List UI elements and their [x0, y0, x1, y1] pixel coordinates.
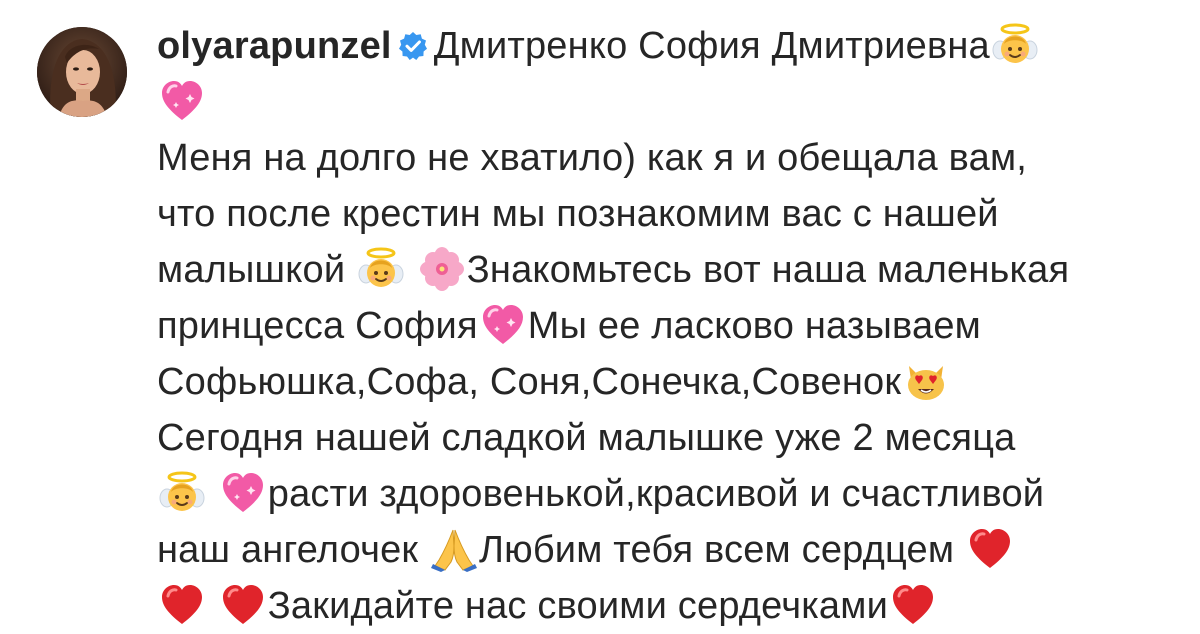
post-caption: olyarapunzel Дмитренко София Дмитриевна М… — [157, 18, 1167, 634]
caption-line: что после крестин мы познакомим вас с на… — [157, 186, 1167, 242]
username-link[interactable]: olyarapunzel — [157, 25, 392, 67]
red-heart-icon — [220, 582, 266, 628]
folded-hands-icon — [431, 526, 477, 572]
caption-text: Софьюшка,Софа, Соня,Сонечка,Совенок — [157, 361, 902, 403]
caption-text: что после крестин мы познакомим вас с на… — [157, 193, 999, 235]
angel-face-icon — [992, 22, 1038, 68]
caption-line-header: olyarapunzel Дмитренко София Дмитриевна — [157, 18, 1167, 74]
caption-line: Сегодня нашей сладкой малышке уже 2 меся… — [157, 410, 1167, 466]
caption-text: наш ангелочек — [157, 529, 429, 571]
caption-line — [157, 74, 1167, 130]
caption-text: Знакомьтесь вот наша маленькая — [466, 249, 1070, 291]
post-caption-card: olyarapunzel Дмитренко София Дмитриевна М… — [0, 0, 1200, 627]
red-heart-icon — [159, 582, 205, 628]
caption-line: принцесса София Мы ее ласково называем — [157, 298, 1167, 354]
caption-text: расти здоровенькой,красивой и счастливой — [267, 473, 1045, 515]
red-heart-icon — [967, 526, 1013, 572]
profile-avatar[interactable] — [37, 27, 127, 117]
caption-line: наш ангелочек Любим тебя всем сердцем — [157, 522, 1167, 578]
caption-text: Дмитренко София Дмитриевна — [433, 25, 990, 67]
caption-line: Софьюшка,Софа, Соня,Сонечка,Совенок — [157, 354, 1167, 410]
caption-line: малышкой Знакомьтесь вот наша маленькая — [157, 242, 1167, 298]
heart-eyes-cat-icon — [903, 358, 949, 404]
caption-text: Мы ее ласково называем — [527, 305, 982, 347]
caption-line: расти здоровенькой,красивой и счастливой — [157, 466, 1167, 522]
caption-line: Закидайте нас своими сердечками — [157, 578, 1167, 634]
caption-line: Меня на долго не хватило) как я и обещал… — [157, 130, 1167, 186]
caption-text — [207, 585, 218, 627]
caption-text: Меня на долго не хватило) как я и обещал… — [157, 137, 1028, 179]
red-heart-icon — [890, 582, 936, 628]
angel-face-icon — [159, 470, 205, 516]
caption-text — [207, 473, 218, 515]
caption-text: Сегодня нашей сладкой малышке уже 2 меся… — [157, 417, 1016, 459]
angel-face-icon — [358, 246, 404, 292]
caption-text: принцесса София — [157, 305, 478, 347]
caption-text — [406, 249, 417, 291]
caption-text: Закидайте нас своими сердечками — [267, 585, 888, 627]
cherry-blossom-icon — [419, 246, 465, 292]
verified-badge-icon — [398, 21, 428, 60]
caption-text: Любим тебя всем сердцем — [479, 529, 965, 571]
sparkling-heart-icon — [159, 78, 205, 124]
avatar-image — [37, 27, 127, 117]
sparkling-heart-icon — [480, 302, 526, 348]
caption-text: малышкой — [157, 249, 356, 291]
sparkling-heart-icon — [220, 470, 266, 516]
